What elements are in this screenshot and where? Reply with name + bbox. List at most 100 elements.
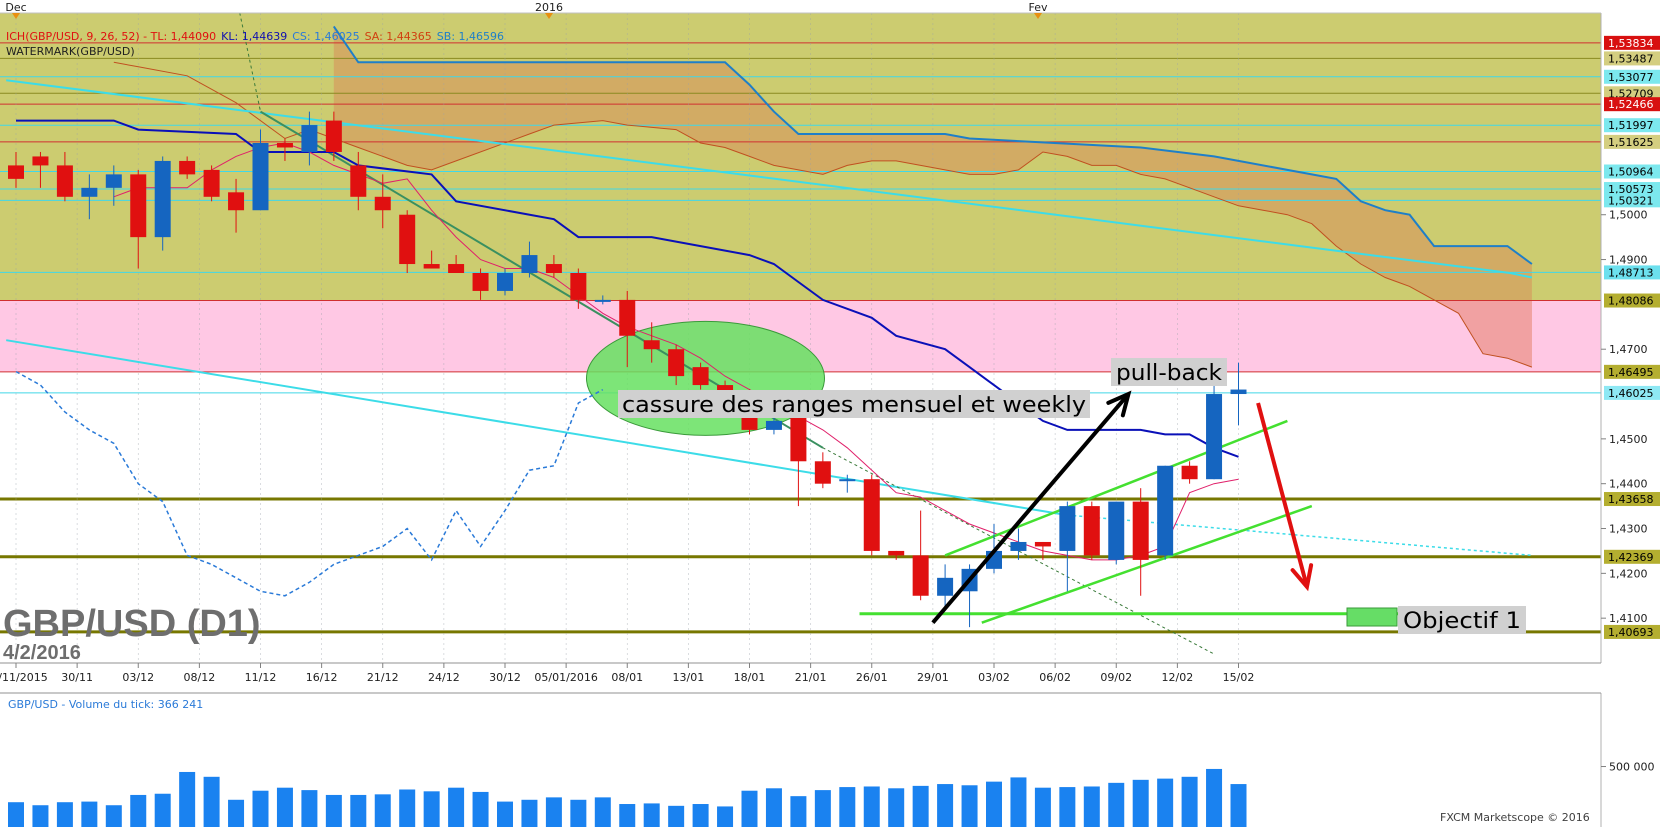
candle-body-0[interactable] bbox=[8, 165, 24, 179]
candle-body-13[interactable] bbox=[325, 120, 342, 152]
volume-bar-19[interactable] bbox=[472, 791, 489, 827]
volume-bar-5[interactable] bbox=[130, 794, 147, 827]
volume-bar-32[interactable] bbox=[790, 796, 807, 827]
candle-body-26[interactable] bbox=[643, 340, 660, 350]
candle-body-9[interactable] bbox=[228, 192, 245, 211]
candle-body-11[interactable] bbox=[276, 143, 293, 148]
volume-bar-8[interactable] bbox=[203, 776, 220, 827]
candle-body-48[interactable] bbox=[1181, 465, 1198, 480]
candle-body-20[interactable] bbox=[497, 273, 513, 291]
volume-bar-13[interactable] bbox=[325, 794, 342, 827]
volume-bar-9[interactable] bbox=[228, 799, 245, 827]
volume-bar-41[interactable] bbox=[1010, 777, 1027, 827]
volume-bar-26[interactable] bbox=[643, 803, 660, 827]
volume-bar-30[interactable] bbox=[741, 790, 758, 827]
candle-body-31[interactable] bbox=[765, 420, 782, 430]
volume-bar-36[interactable] bbox=[888, 788, 905, 827]
volume-bar-49[interactable] bbox=[1206, 768, 1223, 827]
candle-body-49[interactable] bbox=[1206, 394, 1223, 480]
candle-body-38[interactable] bbox=[937, 577, 954, 596]
volume-bar-11[interactable] bbox=[276, 787, 293, 827]
candle-body-30[interactable] bbox=[741, 416, 758, 430]
volume-bar-39[interactable] bbox=[961, 785, 978, 827]
volume-bar-35[interactable] bbox=[863, 786, 880, 827]
candle-body-21[interactable] bbox=[521, 255, 538, 273]
volume-bar-23[interactable] bbox=[570, 799, 587, 827]
volume-bar-21[interactable] bbox=[521, 799, 538, 827]
candle-body-33[interactable] bbox=[814, 461, 831, 484]
candle-body-4[interactable] bbox=[105, 174, 122, 188]
volume-bar-43[interactable] bbox=[1059, 787, 1076, 827]
volume-bar-18[interactable] bbox=[448, 787, 465, 827]
candle-body-22[interactable] bbox=[545, 264, 562, 273]
candle-body-45[interactable] bbox=[1108, 501, 1125, 560]
volume-bar-37[interactable] bbox=[912, 785, 929, 827]
price-chart[interactable]: Dec 2016 Fev 1,5000 1,4900 1,4700 1,4500 1,440… bbox=[0, 0, 1663, 838]
breakout-annotation[interactable]: cassure des ranges mensuel et weekly bbox=[618, 390, 1090, 418]
candle-body-19[interactable] bbox=[472, 273, 489, 291]
candle-body-2[interactable] bbox=[56, 165, 73, 197]
volume-bar-31[interactable] bbox=[765, 788, 782, 827]
candle-body-10[interactable] bbox=[252, 143, 269, 211]
candle-body-16[interactable] bbox=[399, 214, 416, 265]
volume-bar-40[interactable] bbox=[986, 781, 1002, 827]
volume-bar-33[interactable] bbox=[814, 790, 831, 827]
volume-bar-48[interactable] bbox=[1181, 776, 1198, 827]
candle-body-25[interactable] bbox=[619, 299, 636, 336]
volume-bar-27[interactable] bbox=[668, 805, 685, 827]
candle-body-41[interactable] bbox=[1010, 541, 1027, 551]
candle-body-17[interactable] bbox=[423, 264, 440, 269]
volume-bar-15[interactable] bbox=[374, 794, 391, 827]
candle-body-44[interactable] bbox=[1083, 506, 1100, 556]
candle-body-3[interactable] bbox=[81, 187, 98, 197]
volume-bar-34[interactable] bbox=[839, 787, 856, 827]
volume-bar-12[interactable] bbox=[301, 790, 318, 827]
volume-bar-42[interactable] bbox=[1034, 787, 1051, 827]
candle-body-50[interactable] bbox=[1230, 389, 1247, 395]
candle-body-7[interactable] bbox=[179, 160, 196, 175]
volume-bar-47[interactable] bbox=[1157, 778, 1174, 827]
volume-bar-46[interactable] bbox=[1132, 779, 1149, 827]
candle-body-27[interactable] bbox=[668, 349, 685, 377]
candle-body-5[interactable] bbox=[130, 174, 147, 238]
volume-bar-0[interactable] bbox=[8, 802, 24, 827]
candle-body-47[interactable] bbox=[1157, 465, 1174, 556]
volume-bar-24[interactable] bbox=[594, 797, 611, 827]
volume-bar-2[interactable] bbox=[56, 802, 73, 827]
candle-body-32[interactable] bbox=[790, 416, 807, 462]
candle-body-12[interactable] bbox=[301, 125, 318, 152]
candle-body-14[interactable] bbox=[350, 165, 367, 197]
volume-bar-45[interactable] bbox=[1108, 782, 1125, 827]
volume-bar-50[interactable] bbox=[1230, 784, 1247, 827]
candle-body-46[interactable] bbox=[1132, 501, 1149, 560]
candle-body-15[interactable] bbox=[374, 196, 391, 211]
volume-bar-7[interactable] bbox=[179, 771, 196, 827]
candle-body-35[interactable] bbox=[863, 479, 880, 551]
candle-body-36[interactable] bbox=[888, 550, 905, 556]
candle-body-6[interactable] bbox=[154, 160, 171, 238]
volume-bar-10[interactable] bbox=[252, 790, 269, 827]
candle-body-8[interactable] bbox=[203, 169, 220, 197]
volume-bar-29[interactable] bbox=[717, 806, 734, 827]
volume-bar-3[interactable] bbox=[81, 801, 98, 827]
pullback-annotation[interactable]: pull-back bbox=[1111, 358, 1227, 386]
volume-bar-6[interactable] bbox=[154, 793, 171, 827]
candle-body-28[interactable] bbox=[692, 367, 709, 386]
volume-bar-38[interactable] bbox=[937, 784, 954, 827]
candle-body-43[interactable] bbox=[1059, 506, 1076, 551]
volume-bar-16[interactable] bbox=[399, 789, 416, 827]
candle-body-42[interactable] bbox=[1034, 541, 1051, 547]
volume-bar-1[interactable] bbox=[32, 805, 49, 827]
volume-bar-20[interactable] bbox=[497, 801, 513, 827]
volume-bar-44[interactable] bbox=[1083, 786, 1100, 827]
candle-body-18[interactable] bbox=[448, 264, 465, 273]
volume-bar-17[interactable] bbox=[423, 791, 440, 827]
objective-annotation[interactable]: Objectif 1 bbox=[1346, 606, 1526, 634]
candle-body-24[interactable] bbox=[594, 299, 611, 302]
candle-body-37[interactable] bbox=[912, 555, 929, 596]
volume-bar-14[interactable] bbox=[350, 794, 367, 827]
volume-bar-28[interactable] bbox=[692, 804, 709, 827]
candle-body-23[interactable] bbox=[570, 273, 587, 300]
volume-bar-22[interactable] bbox=[545, 797, 562, 827]
candle-body-34[interactable] bbox=[839, 479, 856, 482]
